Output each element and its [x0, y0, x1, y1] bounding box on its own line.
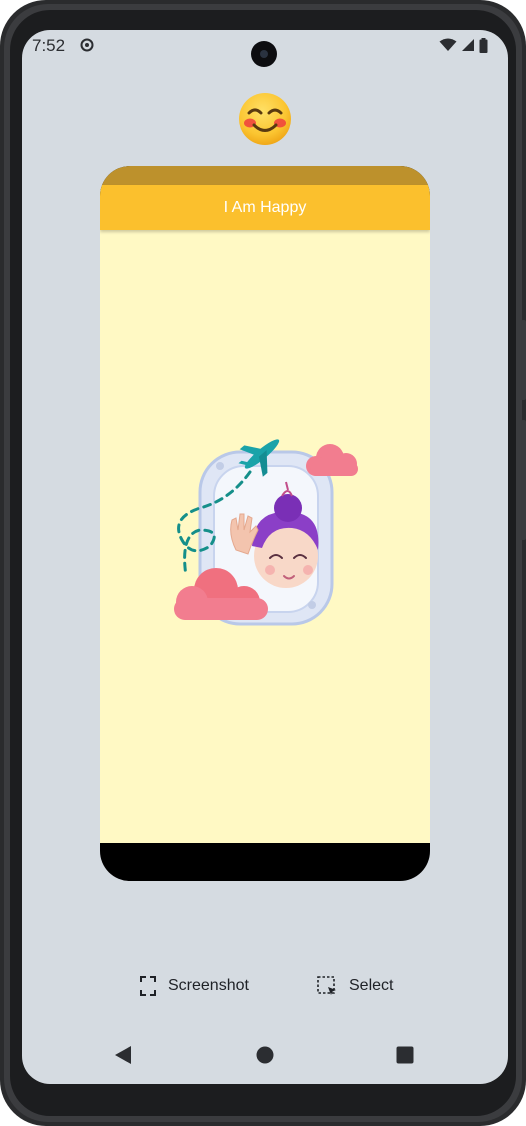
select-label: Select	[349, 977, 394, 994]
power-button	[521, 320, 526, 400]
signal-icon	[462, 39, 474, 51]
screenshot-label: Screenshot	[168, 977, 249, 994]
status-icons	[439, 37, 488, 53]
back-icon[interactable]	[114, 1045, 132, 1065]
girl-waving-illustration	[174, 439, 358, 626]
smiling-face-emoji	[239, 93, 291, 145]
app-status-bar	[100, 166, 430, 185]
phone-screen: 7:52 I Am Happy Screenshot Select	[22, 30, 508, 1084]
notification-icon	[80, 38, 94, 52]
app-title: I Am Happy	[223, 198, 307, 216]
select-region-icon	[317, 976, 336, 995]
navigation-bar	[22, 1035, 508, 1075]
screenshot-button[interactable]: Screenshot	[140, 976, 249, 996]
home-icon[interactable]	[256, 1045, 274, 1065]
app-content	[100, 230, 430, 843]
status-time: 7:52	[32, 36, 66, 55]
app-preview: I Am Happy	[100, 166, 430, 881]
cloud-top-right	[306, 444, 358, 476]
wifi-icon	[439, 38, 457, 51]
battery-icon	[479, 37, 488, 53]
screenshot-toolbar: Screenshot Select	[22, 976, 508, 1006]
recents-icon[interactable]	[396, 1045, 414, 1065]
select-button[interactable]: Select	[317, 976, 393, 996]
status-bar: 7:52	[22, 30, 508, 67]
screenshot-icon	[140, 976, 156, 996]
front-camera	[251, 41, 277, 67]
volume-button	[521, 420, 526, 540]
app-bar: I Am Happy	[100, 185, 430, 230]
